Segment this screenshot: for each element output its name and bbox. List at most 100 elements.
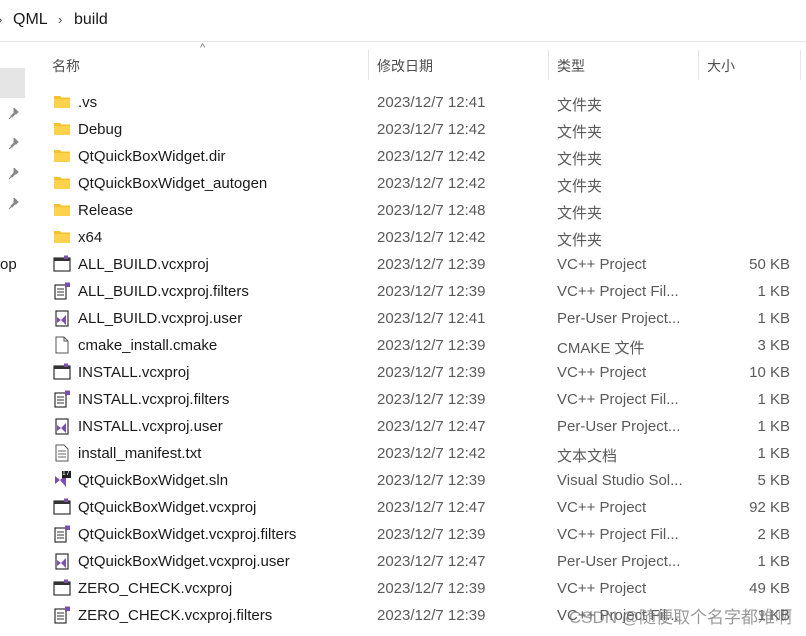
breadcrumb-item-build[interactable]: build <box>74 11 108 29</box>
column-separator[interactable] <box>368 50 369 80</box>
navigation-pane: op <box>0 42 26 636</box>
file-modified-date: 2023/12/7 12:42 <box>377 121 486 138</box>
vcxproj-icon <box>53 255 71 273</box>
file-modified-date: 2023/12/7 12:42 <box>377 175 486 192</box>
column-separator[interactable] <box>548 50 549 80</box>
vcxproj-user-icon <box>53 417 71 435</box>
file-row[interactable]: .vs 2023/12/7 12:41 文件夹 <box>48 89 806 116</box>
file-name: ZERO_CHECK.vcxproj.filters <box>78 607 273 624</box>
file-modified-date: 2023/12/7 12:42 <box>377 148 486 165</box>
file-modified-date: 2023/12/7 12:39 <box>377 526 486 543</box>
vcxproj-user-icon <box>53 309 71 327</box>
file-type: Per-User Project... <box>557 418 681 435</box>
file-name: INSTALL.vcxproj.user <box>78 418 223 435</box>
file-row[interactable]: x64 2023/12/7 12:42 文件夹 <box>48 224 806 251</box>
file-row[interactable]: ZERO_CHECK.vcxproj 2023/12/7 12:39 VC++ Pr… <box>48 575 806 602</box>
file-type: VC++ Project <box>557 580 647 597</box>
file-name: Release <box>78 202 134 219</box>
file-type: VC++ Project Fil... <box>557 526 679 543</box>
file-type: VC++ Project Fil... <box>557 391 679 408</box>
vcxproj-icon <box>53 498 71 516</box>
file-row[interactable]: INSTALL.vcxproj.user 2023/12/7 12:47 Per-U… <box>48 413 806 440</box>
file-modified-date: 2023/12/7 12:39 <box>377 472 486 489</box>
pin-icon[interactable] <box>8 198 20 210</box>
file-type: 文件夹 <box>557 124 603 141</box>
file-type: 文件夹 <box>557 232 603 249</box>
file-name: QtQuickBoxWidget.sln <box>78 472 229 489</box>
file-modified-date: 2023/12/7 12:39 <box>377 580 486 597</box>
chevron-right-icon[interactable]: › <box>0 12 2 27</box>
column-separator[interactable] <box>698 50 699 80</box>
file-type: 文件夹 <box>557 151 603 168</box>
file-row[interactable]: ALL_BUILD.vcxproj.user 2023/12/7 12:41 Per… <box>48 305 806 332</box>
sln-icon: 17 <box>53 470 71 489</box>
column-header-type[interactable]: 类型 <box>557 56 585 76</box>
file-row[interactable]: QtQuickBoxWidget.vcxproj 2023/12/7 12:47 V… <box>48 494 806 521</box>
file-row[interactable]: Release 2023/12/7 12:48 文件夹 <box>48 197 806 224</box>
breadcrumb-item-qml[interactable]: QML <box>13 11 48 29</box>
file-type: 文件夹 <box>557 178 603 195</box>
file-type: VC++ Project <box>557 256 647 273</box>
file-type: 文件夹 <box>557 205 603 222</box>
file-type: Visual Studio Sol... <box>557 472 683 489</box>
file-row[interactable]: ALL_BUILD.vcxproj 2023/12/7 12:39 VC++ Pro… <box>48 251 806 278</box>
file-name: INSTALL.vcxproj.filters <box>78 391 230 408</box>
vcxproj-filters-icon <box>53 390 71 408</box>
file-name: QtQuickBoxWidget.vcxproj.filters <box>78 526 297 543</box>
file-row[interactable]: ALL_BUILD.vcxproj.filters 2023/12/7 12:39… <box>48 278 806 305</box>
column-header-modified[interactable]: 修改日期 <box>377 56 433 76</box>
file-modified-date: 2023/12/7 12:39 <box>377 391 486 408</box>
folder-icon <box>53 201 71 219</box>
file-type: 文件夹 <box>557 97 603 114</box>
nav-item-partial-label[interactable]: op <box>0 256 17 273</box>
folder-icon <box>53 147 71 165</box>
vcxproj-user-icon <box>53 552 71 570</box>
file-row[interactable]: 17 QtQuickBoxWidget.sln 2023/12/7 12:39 Vis… <box>48 467 806 494</box>
folder-icon <box>53 93 71 111</box>
file-modified-date: 2023/12/7 12:41 <box>377 94 486 111</box>
column-separator[interactable] <box>800 50 801 80</box>
file-name: ALL_BUILD.vcxproj <box>78 256 209 273</box>
file-type: CMAKE 文件 <box>557 340 645 357</box>
file-name: install_manifest.txt <box>78 445 202 462</box>
file-row[interactable]: Debug 2023/12/7 12:42 文件夹 <box>48 116 806 143</box>
pin-icon[interactable] <box>8 108 20 120</box>
file-size: 1 KB <box>757 283 790 300</box>
file-row[interactable]: install_manifest.txt 2023/12/7 12:42 文本文档 1… <box>48 440 806 467</box>
watermark-text: CSDN @随便取个名字都难啊 <box>568 608 792 627</box>
file-name: x64 <box>78 229 103 246</box>
file-modified-date: 2023/12/7 12:47 <box>377 418 486 435</box>
file-row[interactable]: QtQuickBoxWidget.dir 2023/12/7 12:42 文件夹 <box>48 143 806 170</box>
vcxproj-filters-icon <box>53 282 71 300</box>
file-name: ZERO_CHECK.vcxproj <box>78 580 233 597</box>
file-size: 1 KB <box>757 553 790 570</box>
file-row[interactable]: QtQuickBoxWidget.vcxproj.user 2023/12/7 1… <box>48 548 806 575</box>
file-modified-date: 2023/12/7 12:39 <box>377 607 486 624</box>
file-row[interactable]: QtQuickBoxWidget.vcxproj.filters 2023/12/… <box>48 521 806 548</box>
pin-icon[interactable] <box>8 138 20 150</box>
file-modified-date: 2023/12/7 12:39 <box>377 337 486 354</box>
file-row[interactable]: INSTALL.vcxproj 2023/12/7 12:39 VC++ Proje… <box>48 359 806 386</box>
file-modified-date: 2023/12/7 12:47 <box>377 553 486 570</box>
file-name: QtQuickBoxWidget.vcxproj.user <box>78 553 290 570</box>
chevron-right-icon[interactable]: › <box>58 12 62 27</box>
file-size: 1 KB <box>757 445 790 462</box>
file-modified-date: 2023/12/7 12:41 <box>377 310 486 327</box>
file-modified-date: 2023/12/7 12:42 <box>377 229 486 246</box>
column-header-size[interactable]: 大小 <box>707 56 735 76</box>
file-row[interactable]: QtQuickBoxWidget_autogen 2023/12/7 12:42 文… <box>48 170 806 197</box>
column-header-name[interactable]: 名称 <box>52 56 80 76</box>
file-row[interactable]: INSTALL.vcxproj.filters 2023/12/7 12:39 VC… <box>48 386 806 413</box>
file-modified-date: 2023/12/7 12:39 <box>377 256 486 273</box>
file-size: 2 KB <box>757 526 790 543</box>
file-modified-date: 2023/12/7 12:39 <box>377 364 486 381</box>
pin-icon[interactable] <box>8 168 20 180</box>
file-row[interactable]: cmake_install.cmake 2023/12/7 12:39 CMAKE … <box>48 332 806 359</box>
file-modified-date: 2023/12/7 12:42 <box>377 445 486 462</box>
sort-ascending-icon: ^ <box>200 42 206 54</box>
folder-icon <box>53 174 71 192</box>
file-type: VC++ Project Fil... <box>557 283 679 300</box>
vcxproj-filters-icon <box>53 606 71 624</box>
nav-selected-item[interactable] <box>0 68 25 98</box>
sln-version-badge: 17 <box>62 470 70 477</box>
